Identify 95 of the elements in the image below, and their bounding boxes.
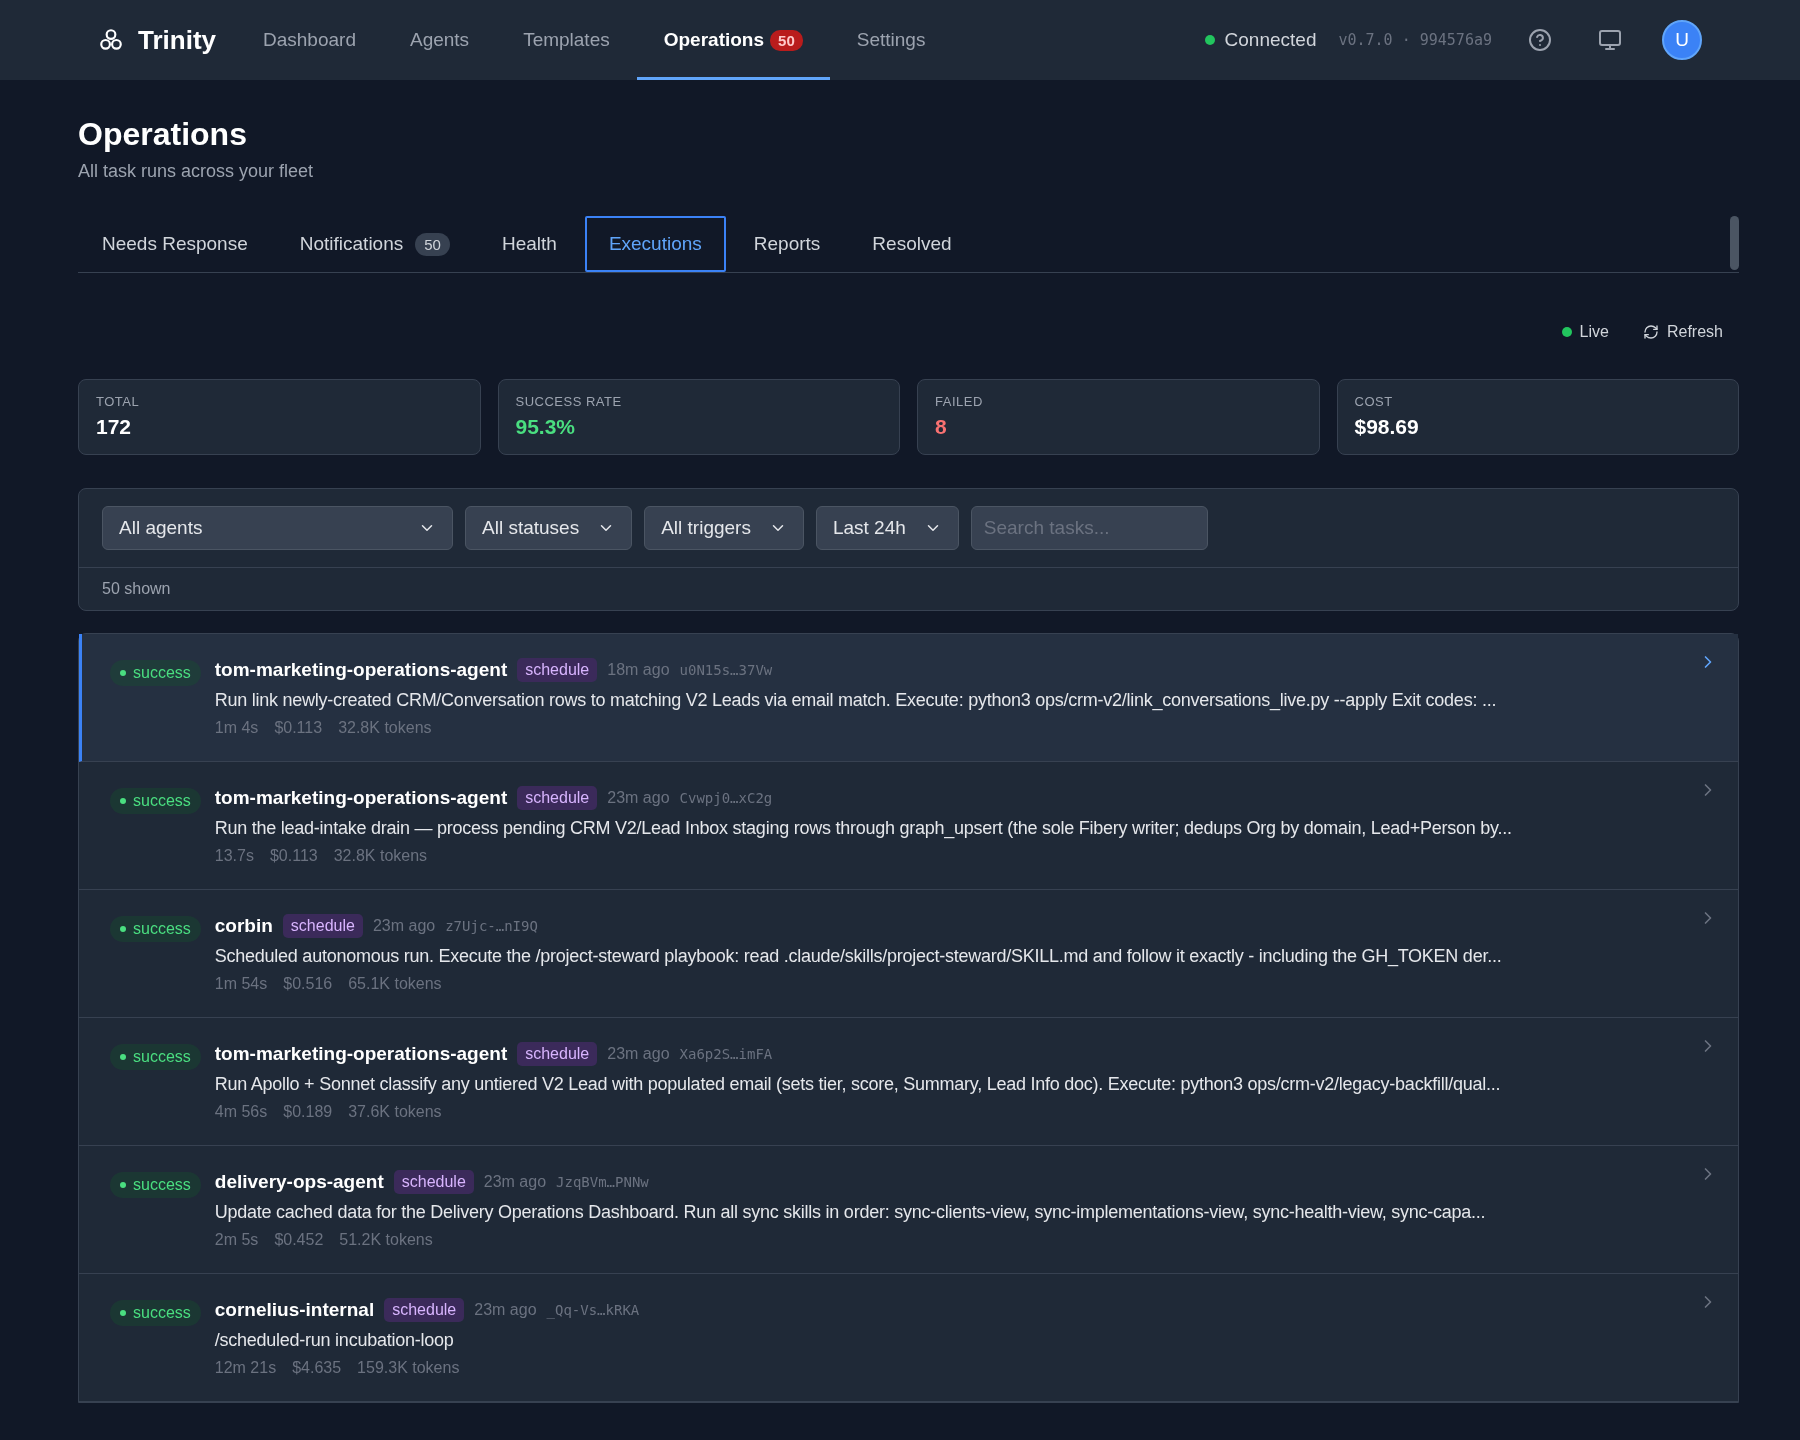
- run-tokens: 51.2K tokens: [339, 1231, 433, 1249]
- run-description: Update cached data for the Delivery Operations Dashboard. Run all sync skills in order: sync-clients-view, sync-implementations-view, sync-health-view, sync-capa...: [214, 1202, 1487, 1223]
- status-badge: success: [110, 788, 201, 814]
- logo-icon: [98, 27, 124, 53]
- run-id: _Qq-Vs…kRKA: [546, 1302, 640, 1318]
- run-cost: $4.635: [292, 1359, 342, 1377]
- agent-name: tom-marketing-operations-agent: [214, 1043, 508, 1065]
- live-indicator: Live: [1561, 323, 1609, 341]
- filter-dropdown[interactable]: Last 24h: [815, 506, 959, 550]
- run-duration: 4m 56s: [214, 1103, 268, 1121]
- stat-label: COST: [1354, 394, 1394, 409]
- scrollbar-thumb[interactable]: [1730, 216, 1739, 270]
- execution-row[interactable]: [79, 634, 1738, 762]
- run-id: JzqBVm…PNNw: [556, 1174, 649, 1190]
- status-badge: success: [110, 660, 201, 686]
- run-duration: 12m 21s: [214, 1359, 277, 1377]
- execution-row[interactable]: success cornelius-internal schedule 23m ago _Qq-Vs…kRKA /scheduled-run incubation-loop 12m 21s $4.635 159.3K tokens: [79, 1274, 1738, 1402]
- shown-count: 50 shown: [101, 579, 172, 599]
- run-description: Run Apollo + Sonnet classify any untiered V2 Lead with populated email (sets tier, score, Summary, Lead Info doc). Execute: python3 ops/crm-v2/legacy-backfill/qual...: [214, 1074, 1502, 1095]
- filter-dropdown[interactable]: All triggers: [644, 506, 804, 550]
- status-badge: success: [110, 1172, 201, 1198]
- run-time: 23m ago: [474, 1301, 537, 1319]
- run-id: Xa6p2S…imFA: [679, 1046, 773, 1062]
- count-badge: 50: [415, 232, 450, 256]
- status-badge: success: [110, 1300, 201, 1326]
- run-duration: 2m 5s: [214, 1231, 259, 1249]
- run-tokens: 159.3K tokens: [357, 1359, 460, 1377]
- run-tokens: 37.6K tokens: [348, 1103, 442, 1121]
- stat-value: 172: [96, 415, 133, 439]
- nav-link[interactable]: Settings: [829, 0, 953, 80]
- run-cost: $0.113: [274, 719, 323, 737]
- page-subtitle: All task runs across your fleet: [78, 161, 315, 182]
- agent-name: tom-marketing-operations-agent: [214, 787, 508, 809]
- help-icon: [1528, 28, 1552, 52]
- filter-dropdown[interactable]: All statuses: [465, 506, 633, 550]
- run-tokens: 32.8K tokens: [333, 847, 428, 865]
- refresh-icon: [1642, 324, 1659, 340]
- trigger-tag: schedule: [393, 1170, 474, 1194]
- run-id: z7Ujc-…nI9Q: [445, 918, 538, 934]
- monitor-icon: [1598, 28, 1622, 52]
- run-id: Cvwpj0…xC2g: [679, 790, 773, 806]
- status-badge: success: [110, 916, 201, 942]
- trigger-tag: schedule: [384, 1298, 465, 1322]
- tab[interactable]: Executions: [584, 216, 726, 272]
- nav-link[interactable]: Operations 50: [636, 0, 830, 80]
- trigger-tag: schedule: [517, 658, 598, 682]
- status-badge: success: [110, 1044, 201, 1070]
- user-avatar[interactable]: U: [1662, 20, 1702, 60]
- stat-label: TOTAL: [96, 394, 141, 409]
- nav-link[interactable]: Templates: [496, 0, 637, 80]
- count-badge: 50: [770, 29, 803, 51]
- agent-name: cornelius-internal: [214, 1299, 375, 1321]
- tab[interactable]: Resolved: [848, 216, 976, 272]
- run-time: 23m ago: [607, 789, 670, 807]
- run-time: 23m ago: [607, 1045, 670, 1063]
- agent-name: tom-marketing-operations-agent: [214, 659, 508, 681]
- run-cost: $0.516: [283, 975, 333, 993]
- run-description: Scheduled autonomous run. Execute the /project-steward playbook: read .claude/skills/project-steward/SKILL.md and follow it exactly - including the GH_TOKEN der...: [214, 946, 1503, 967]
- run-cost: $0.189: [283, 1103, 333, 1121]
- agent-name: delivery-ops-agent: [214, 1171, 384, 1193]
- brand-name: Trinity: [138, 24, 216, 56]
- tab[interactable]: Needs Response: [78, 216, 272, 272]
- run-description: Run link newly-created CRM/Conversation rows to matching V2 Leads via email match. Execute: python3 ops/crm-v2/link_conversations_live.py --apply Exit codes: ...: [214, 690, 1498, 711]
- tab[interactable]: Reports: [729, 216, 845, 272]
- run-time: 18m ago: [607, 661, 670, 679]
- nav-link[interactable]: Dashboard: [236, 0, 383, 80]
- refresh-button[interactable]: Refresh: [1642, 323, 1723, 341]
- run-duration: 1m 54s: [214, 975, 268, 993]
- run-cost: $0.452: [274, 1231, 324, 1249]
- stat-value: $98.69: [1354, 415, 1420, 439]
- agent-name: corbin: [214, 915, 273, 937]
- page-title: Operations: [78, 116, 248, 153]
- filter-dropdown[interactable]: All agents: [102, 506, 453, 550]
- stat-label: FAILED: [935, 394, 984, 409]
- run-tokens: 32.8K tokens: [338, 719, 432, 737]
- stat-value: 8: [935, 415, 948, 439]
- run-time: 23m ago: [483, 1173, 547, 1191]
- trigger-tag: schedule: [517, 786, 598, 810]
- run-description: /scheduled-run incubation-loop: [214, 1330, 455, 1351]
- run-cost: $0.113: [269, 847, 318, 865]
- run-description: Run the lead-intake drain — process pending CRM V2/Lead Inbox staging rows through graph_upsert (the sole Fibery writer; dedups Org by domain, Lead+Person by...: [214, 818, 1513, 839]
- tab[interactable]: Notifications 50: [275, 216, 474, 272]
- trigger-tag: schedule: [517, 1042, 598, 1066]
- nav-link[interactable]: Agents: [382, 0, 497, 80]
- tab[interactable]: Health: [477, 216, 581, 272]
- run-duration: 13.7s: [214, 847, 254, 865]
- run-id: u0N15s…37Vw: [679, 662, 773, 678]
- stat-label: SUCCESS RATE: [515, 394, 623, 409]
- version-text: v0.7.0 · 994576a9: [1338, 31, 1492, 49]
- connection-status: Connected: [1224, 29, 1317, 51]
- stat-value: 95.3%: [515, 415, 577, 439]
- run-tokens: 65.1K tokens: [348, 975, 442, 993]
- run-duration: 1m 4s: [214, 719, 259, 737]
- run-time: 23m ago: [372, 917, 436, 935]
- trigger-tag: schedule: [282, 914, 363, 938]
